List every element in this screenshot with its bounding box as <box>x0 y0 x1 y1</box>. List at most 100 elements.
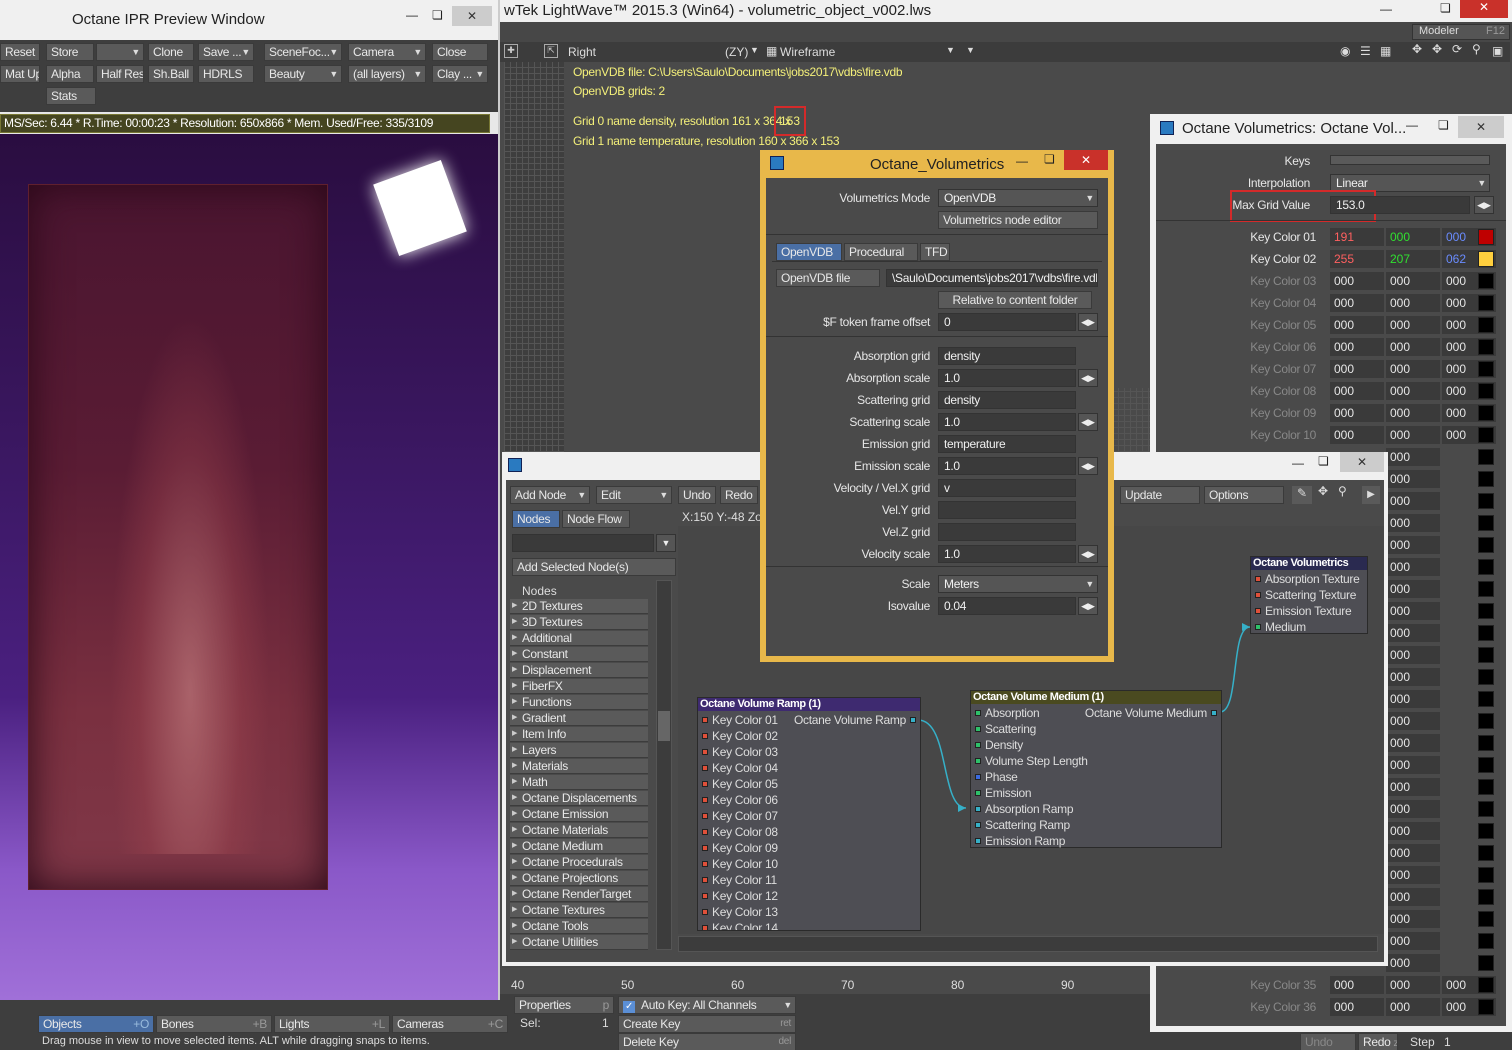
node-input-port[interactable]: Key Color 14 <box>702 921 778 931</box>
relative-to-content-button[interactable]: Relative to content folder <box>938 291 1092 309</box>
vol-field-input[interactable]: 1.0 <box>938 413 1076 431</box>
node-input-port[interactable]: Scattering Ramp <box>975 818 1070 832</box>
port-dot <box>1255 592 1261 598</box>
port-dot <box>1255 624 1261 630</box>
node-input-port[interactable]: Key Color 09 <box>702 841 778 855</box>
volumetrics-app-icon <box>770 156 784 170</box>
node-input-port[interactable]: Key Color 11 <box>702 873 777 887</box>
vol-field-stepper[interactable]: ◀▶ <box>1078 413 1098 431</box>
volumetrics-dialog: Octane_Volumetrics — ❏ ✕ Volumetrics Mod… <box>760 150 1114 662</box>
node-input-port[interactable]: Absorption Ramp <box>975 802 1074 816</box>
node-input-port[interactable]: Phase <box>975 770 1018 784</box>
node-input-port[interactable]: Scattering <box>975 722 1036 736</box>
volumetrics-minimize-button[interactable]: — <box>1016 154 1028 168</box>
node-input-label: Key Color 10 <box>712 857 778 871</box>
volumetrics-output-node-title: Octane Volumetrics <box>1251 557 1367 570</box>
volume-medium-node[interactable]: Octane Volume Medium (1) Octane Volume M… <box>970 690 1222 848</box>
port-dot <box>702 893 708 899</box>
scale-dropdown[interactable]: Meters <box>938 575 1098 593</box>
vol-field-input[interactable]: density <box>938 347 1076 365</box>
node-input-label: Key Color 03 <box>712 745 778 759</box>
volume-medium-output-label: Octane Volume Medium <box>1084 706 1207 720</box>
wire-ramp-to-medium <box>917 719 967 809</box>
openvdb-file-button[interactable]: OpenVDB file <box>776 269 880 287</box>
node-input-port[interactable]: Key Color 05 <box>702 777 778 791</box>
isovalue-stepper[interactable]: ◀▶ <box>1078 597 1098 615</box>
volume-medium-output[interactable]: Octane Volume Medium <box>1085 706 1217 720</box>
node-input-port[interactable]: Medium <box>1255 620 1306 634</box>
tab-procedural[interactable]: Procedural <box>844 243 918 261</box>
node-input-label: Key Color 13 <box>712 905 778 919</box>
node-input-label: Absorption <box>985 706 1040 720</box>
port-dot <box>702 813 708 819</box>
port-dot <box>702 925 708 930</box>
volumetrics-mode-dropdown[interactable]: OpenVDB <box>938 189 1098 207</box>
wire-arrow <box>1242 623 1250 631</box>
node-input-port[interactable]: Key Color 07 <box>702 809 778 823</box>
port-dot <box>975 726 981 732</box>
volume-ramp-output[interactable]: Octane Volume Ramp <box>794 713 916 727</box>
node-input-port[interactable]: Scattering Texture <box>1255 588 1356 602</box>
vol-field-label: Scattering scale <box>849 415 930 429</box>
node-input-port[interactable]: Key Color 03 <box>702 745 778 759</box>
node-input-label: Key Color 06 <box>712 793 778 807</box>
vol-field-input[interactable] <box>938 523 1076 541</box>
port-dot <box>975 838 981 844</box>
node-input-port[interactable]: Key Color 06 <box>702 793 778 807</box>
volumetrics-divider <box>766 336 1108 337</box>
node-input-port[interactable]: Key Color 13 <box>702 905 778 919</box>
node-input-label: Phase <box>985 770 1018 784</box>
node-input-label: Key Color 14 <box>712 921 778 931</box>
openvdb-file-path[interactable]: \Saulo\Documents\jobs2017\vdbs\fire.vdb <box>886 269 1098 287</box>
volumetrics-maximize-button[interactable]: ❏ <box>1044 152 1055 166</box>
volumetrics-close-button[interactable]: ✕ <box>1064 150 1108 170</box>
node-input-port[interactable]: Density <box>975 738 1023 752</box>
vol-field-stepper[interactable]: ◀▶ <box>1078 369 1098 387</box>
token-offset-input[interactable]: 0 <box>938 313 1076 331</box>
volume-ramp-node[interactable]: Octane Volume Ramp (1) Octane Volume Ram… <box>697 697 921 931</box>
node-input-port[interactable]: Key Color 08 <box>702 825 778 839</box>
vol-field-input[interactable] <box>938 501 1076 519</box>
node-input-port[interactable]: Key Color 10 <box>702 857 778 871</box>
port-dot <box>702 829 708 835</box>
tab-tfd[interactable]: TFD <box>920 243 950 261</box>
node-input-port[interactable]: Key Color 02 <box>702 729 778 743</box>
tab-openvdb[interactable]: OpenVDB <box>776 243 842 261</box>
vol-field-input[interactable]: 1.0 <box>938 369 1076 387</box>
node-input-port[interactable]: Emission Texture <box>1255 604 1352 618</box>
port-dot <box>702 877 708 883</box>
vol-field-input[interactable]: 1.0 <box>938 545 1076 563</box>
vol-field-input[interactable]: temperature <box>938 435 1076 453</box>
port-dot <box>702 749 708 755</box>
isovalue-input[interactable]: 0.04 <box>938 597 1076 615</box>
port-dot <box>975 822 981 828</box>
node-input-port[interactable]: Key Color 12 <box>702 889 778 903</box>
node-input-label: Key Color 09 <box>712 841 778 855</box>
volumetrics-node-editor-button[interactable]: Volumetrics node editor <box>938 211 1098 229</box>
wire-arrow <box>958 804 966 812</box>
vol-field-stepper[interactable]: ◀▶ <box>1078 545 1098 563</box>
vol-field-label: Velocity / Vel.X grid <box>833 481 931 495</box>
node-input-port[interactable]: Key Color 01 <box>702 713 778 727</box>
vol-field-label: Absorption grid <box>853 349 931 363</box>
vol-field-label: Emission scale <box>854 459 930 473</box>
volumetrics-divider <box>766 234 1108 235</box>
vol-field-input[interactable]: v <box>938 479 1076 497</box>
vol-field-input[interactable]: 1.0 <box>938 457 1076 475</box>
node-input-port[interactable]: Absorption Texture <box>1255 572 1360 586</box>
node-input-port[interactable]: Emission <box>975 786 1032 800</box>
vol-field-input[interactable]: density <box>938 391 1076 409</box>
volumetrics-divider <box>766 566 1108 567</box>
volumetrics-output-node[interactable]: Octane Volumetrics Absorption Texture Sca… <box>1250 556 1368 634</box>
node-input-port[interactable]: Absorption <box>975 706 1040 720</box>
node-input-label: Medium <box>1265 620 1306 634</box>
node-input-port[interactable]: Volume Step Length <box>975 754 1088 768</box>
token-offset-stepper[interactable]: ◀▶ <box>1078 313 1098 331</box>
port-dot <box>702 733 708 739</box>
node-input-port[interactable]: Key Color 04 <box>702 761 778 775</box>
node-input-label: Key Color 08 <box>712 825 778 839</box>
node-input-label: Scattering Ramp <box>985 818 1070 832</box>
vol-field-stepper[interactable]: ◀▶ <box>1078 457 1098 475</box>
node-input-port[interactable]: Emission Ramp <box>975 834 1065 848</box>
node-input-label: Emission Ramp <box>985 834 1066 848</box>
